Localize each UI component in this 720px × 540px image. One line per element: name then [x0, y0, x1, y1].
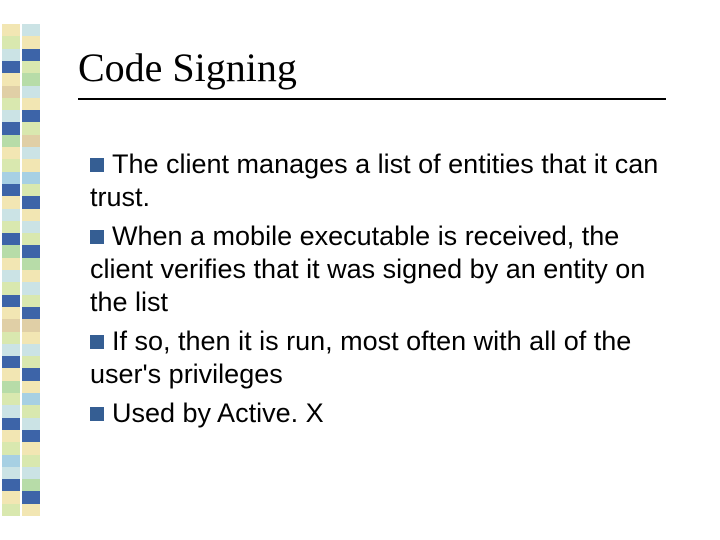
list-item: Used by Active. X — [90, 397, 680, 430]
list-item: If so, then it is run, most often with a… — [90, 325, 680, 391]
slide-body: The client manages a list of entities th… — [90, 148, 680, 436]
bullet-icon — [90, 407, 104, 421]
bullet-text: The client manages a list of entities th… — [90, 149, 658, 212]
sidebar-col-left — [2, 24, 20, 516]
title-underline — [78, 98, 666, 100]
list-item: When a mobile executable is received, th… — [90, 220, 680, 319]
bullet-icon — [90, 335, 104, 349]
slide-title: Code Signing — [78, 44, 297, 91]
bullet-text: When a mobile executable is received, th… — [90, 221, 645, 317]
list-item: The client manages a list of entities th… — [90, 148, 680, 214]
sidebar-col-right — [22, 24, 40, 516]
bullet-text: Used by Active. X — [112, 398, 324, 428]
decorative-sidebar — [0, 24, 40, 516]
bullet-icon — [90, 230, 104, 244]
bullet-text: If so, then it is run, most often with a… — [90, 326, 631, 389]
bullet-icon — [90, 158, 104, 172]
